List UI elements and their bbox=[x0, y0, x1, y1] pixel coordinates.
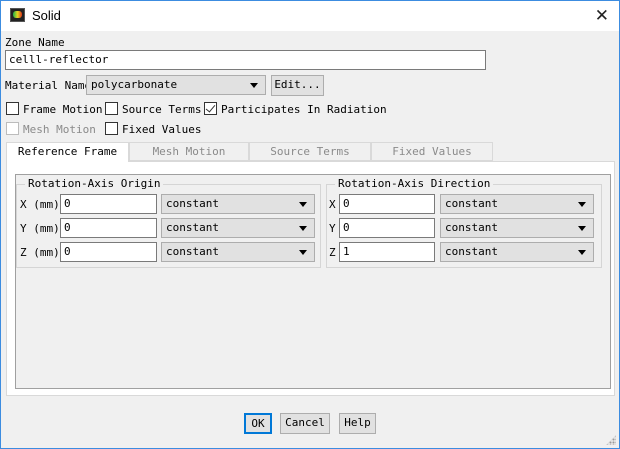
method-value: constant bbox=[445, 197, 498, 210]
fixed-values-checkbox[interactable] bbox=[105, 122, 118, 135]
chevron-down-icon bbox=[299, 226, 307, 231]
direction-x-label: X bbox=[329, 198, 336, 211]
method-value: constant bbox=[166, 197, 219, 210]
origin-x-input[interactable]: 0 bbox=[60, 194, 157, 214]
source-terms-checkbox[interactable] bbox=[105, 102, 118, 115]
chevron-down-icon bbox=[250, 83, 258, 88]
fixed-values-label: Fixed Values bbox=[122, 123, 202, 136]
method-value: constant bbox=[445, 245, 498, 258]
chevron-down-icon bbox=[578, 226, 586, 231]
mesh-motion-label: Mesh Motion bbox=[23, 123, 96, 136]
tab-fixed-values[interactable]: Fixed Values bbox=[371, 142, 493, 161]
help-button[interactable]: Help bbox=[339, 413, 376, 434]
zone-name-input[interactable]: celll-reflector bbox=[5, 50, 486, 70]
method-value: constant bbox=[166, 221, 219, 234]
tab-mesh-motion[interactable]: Mesh Motion bbox=[129, 142, 249, 161]
frame-motion-label: Frame Motion bbox=[23, 103, 103, 116]
frame-motion-checkbox[interactable] bbox=[6, 102, 19, 115]
group-title: Rotation-Axis Direction bbox=[335, 178, 494, 190]
direction-x-method-select[interactable]: constant bbox=[440, 194, 594, 214]
origin-y-input[interactable]: 0 bbox=[60, 218, 157, 238]
material-value: polycarbonate bbox=[91, 78, 178, 91]
tab-reference-frame[interactable]: Reference Frame bbox=[6, 142, 129, 162]
origin-x-method-select[interactable]: constant bbox=[161, 194, 315, 214]
group-title: Rotation-Axis Origin bbox=[25, 178, 164, 190]
ok-button[interactable]: OK bbox=[244, 413, 272, 434]
method-value: constant bbox=[445, 221, 498, 234]
edit-button[interactable]: Edit... bbox=[271, 75, 324, 96]
material-name-label: Material Name bbox=[5, 79, 92, 92]
resize-grip-icon[interactable] bbox=[606, 435, 616, 445]
origin-z-input[interactable]: 0 bbox=[60, 242, 157, 262]
participates-in-radiation-checkbox[interactable] bbox=[204, 102, 217, 115]
participates-in-radiation-label: Participates In Radiation bbox=[221, 103, 387, 116]
mesh-motion-checkbox bbox=[6, 122, 19, 135]
cancel-button[interactable]: Cancel bbox=[280, 413, 330, 434]
chevron-down-icon bbox=[299, 250, 307, 255]
direction-y-label: Y bbox=[329, 222, 336, 235]
tab-source-terms[interactable]: Source Terms bbox=[249, 142, 371, 161]
origin-z-label: Z (mm) bbox=[20, 246, 60, 259]
solid-dialog: Solid ✕ Zone Name celll-reflector Materi… bbox=[0, 0, 620, 449]
origin-z-method-select[interactable]: constant bbox=[161, 242, 315, 262]
chevron-down-icon bbox=[578, 250, 586, 255]
chevron-down-icon bbox=[299, 202, 307, 207]
source-terms-label: Source Terms bbox=[122, 103, 202, 116]
direction-z-method-select[interactable]: constant bbox=[440, 242, 594, 262]
app-icon bbox=[10, 8, 25, 22]
direction-y-method-select[interactable]: constant bbox=[440, 218, 594, 238]
origin-y-method-select[interactable]: constant bbox=[161, 218, 315, 238]
method-value: constant bbox=[166, 245, 219, 258]
window-title: Solid bbox=[32, 8, 61, 23]
material-select[interactable]: polycarbonate bbox=[86, 75, 266, 95]
origin-x-label: X (mm) bbox=[20, 198, 60, 211]
direction-x-input[interactable]: 0 bbox=[339, 194, 435, 214]
direction-z-label: Z bbox=[329, 246, 336, 259]
direction-y-input[interactable]: 0 bbox=[339, 218, 435, 238]
close-icon[interactable]: ✕ bbox=[595, 6, 609, 26]
zone-name-label: Zone Name bbox=[5, 36, 65, 49]
chevron-down-icon bbox=[578, 202, 586, 207]
origin-y-label: Y (mm) bbox=[20, 222, 60, 235]
direction-z-input[interactable]: 1 bbox=[339, 242, 435, 262]
title-bar: Solid ✕ bbox=[1, 1, 619, 31]
